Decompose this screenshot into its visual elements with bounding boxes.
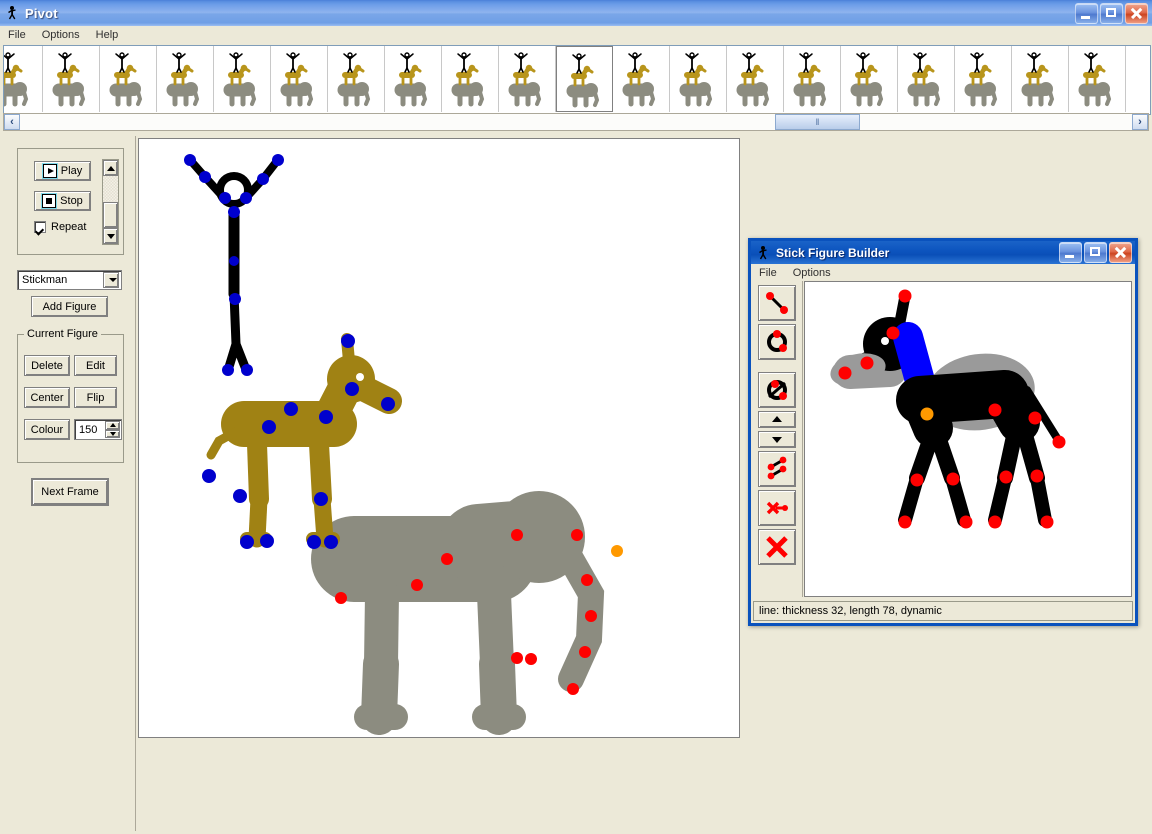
play-button[interactable]: Play: [34, 161, 91, 181]
stop-label: Stop: [60, 195, 83, 207]
builder-menu-bar: File Options: [751, 264, 1135, 281]
frame-thumbnail[interactable]: [499, 46, 556, 112]
frame-thumbnail[interactable]: [841, 46, 898, 112]
frame-thumbnail[interactable]: [727, 46, 784, 112]
animation-canvas[interactable]: [138, 138, 740, 738]
move-up-tool[interactable]: [757, 411, 796, 428]
draw-circle-tool[interactable]: [757, 324, 796, 360]
duplicate-segment-tool[interactable]: [757, 451, 796, 487]
builder-minimize-button[interactable]: [1059, 242, 1082, 263]
frame-strip[interactable]: [3, 45, 1151, 115]
current-figure-group: Current Figure Delete Edit Center Flip C…: [17, 328, 124, 463]
frame-thumbnail[interactable]: [955, 46, 1012, 112]
maximize-button[interactable]: [1100, 2, 1123, 24]
edit-button[interactable]: Edit: [74, 355, 117, 376]
move-down-tool[interactable]: [757, 431, 796, 448]
scrollbar-thumb[interactable]: ‖: [775, 114, 860, 130]
chevron-down-icon[interactable]: [103, 272, 119, 288]
draw-filled-circle-tool[interactable]: [757, 372, 796, 408]
stickman-icon: [756, 245, 772, 261]
flip-button[interactable]: Flip: [74, 387, 117, 408]
frame-thumbnail[interactable]: [784, 46, 841, 112]
center-button[interactable]: Center: [24, 387, 70, 408]
speed-thumb[interactable]: [103, 202, 118, 228]
frame-thumbnail[interactable]: [898, 46, 955, 112]
pivot-application-window: Pivot File Options Help ‹ ‖ › Play Stop …: [0, 0, 1152, 834]
playback-group: Play Stop Repeat: [17, 148, 124, 255]
left-control-panel: Play Stop Repeat Stickman Add Figure Cur…: [3, 136, 136, 831]
add-figure-button[interactable]: Add Figure: [31, 296, 108, 317]
stickman-icon: [5, 5, 21, 21]
speed-up-button[interactable]: [103, 160, 118, 176]
builder-body: [751, 281, 1135, 597]
builder-toolbar: [751, 281, 803, 597]
frame-thumbnail[interactable]: [43, 46, 100, 112]
speed-down-button[interactable]: [103, 228, 118, 244]
elephant-orange-joint: [611, 545, 623, 557]
menu-help[interactable]: Help: [88, 28, 127, 42]
frame-thumbnail[interactable]: [157, 46, 214, 112]
frame-thumbnail[interactable]: [4, 46, 43, 112]
elephant-figure: [311, 491, 692, 735]
figure-size-value: 150: [79, 423, 98, 436]
frame-thumbnail[interactable]: [328, 46, 385, 112]
builder-menu-file[interactable]: File: [751, 266, 785, 280]
clear-all-tool[interactable]: [757, 529, 796, 565]
current-figure-legend: Current Figure: [24, 328, 101, 340]
next-frame-button[interactable]: Next Frame: [31, 478, 109, 506]
builder-close-button[interactable]: [1109, 242, 1132, 263]
repeat-label: Repeat: [51, 221, 87, 233]
window-controls: [1075, 2, 1152, 24]
frame-thumbnail[interactable]: [670, 46, 727, 112]
minimize-button[interactable]: [1075, 2, 1098, 24]
colour-button[interactable]: Colour: [24, 419, 70, 440]
frame-thumbnail[interactable]: [100, 46, 157, 112]
builder-title: Stick Figure Builder: [776, 245, 890, 260]
close-button[interactable]: [1125, 2, 1148, 24]
menu-options[interactable]: Options: [34, 28, 88, 42]
size-increase-button[interactable]: [105, 421, 120, 430]
app-title: Pivot: [25, 5, 58, 21]
scroll-left-button[interactable]: ‹: [4, 114, 20, 130]
builder-horse-figure: [830, 289, 1066, 529]
checkbox-box[interactable]: [34, 221, 46, 233]
frame-thumbnail[interactable]: [385, 46, 442, 112]
figure-type-value: Stickman: [22, 274, 68, 286]
frame-thumbnail[interactable]: [442, 46, 499, 112]
scroll-right-button[interactable]: ›: [1132, 114, 1148, 130]
builder-canvas[interactable]: [804, 281, 1132, 597]
stick-figure-builder-window: Stick Figure Builder File Options line: …: [748, 238, 1138, 626]
builder-title-bar: Stick Figure Builder: [751, 241, 1135, 264]
frame-thumbnail[interactable]: [613, 46, 670, 112]
stop-icon: [42, 194, 57, 208]
frame-thumbnail[interactable]: [271, 46, 328, 112]
delete-button[interactable]: Delete: [24, 355, 70, 376]
frame-thumbnail[interactable]: [214, 46, 271, 112]
main-menu-bar: File Options Help: [0, 26, 1152, 44]
frame-thumbnail[interactable]: [1012, 46, 1069, 112]
frame-thumbnail[interactable]: [1069, 46, 1126, 112]
frame-strip-scrollbar[interactable]: ‹ ‖ ›: [3, 113, 1149, 131]
frame-thumbnail[interactable]: [556, 46, 613, 112]
play-label: Play: [60, 165, 83, 177]
main-title-bar: Pivot: [0, 0, 1152, 26]
builder-maximize-button[interactable]: [1084, 242, 1107, 263]
repeat-checkbox[interactable]: Repeat: [34, 221, 86, 233]
builder-menu-options[interactable]: Options: [785, 266, 839, 280]
menu-file[interactable]: File: [0, 28, 34, 42]
speed-scrollbar[interactable]: [102, 159, 119, 245]
figure-type-select[interactable]: Stickman: [17, 270, 122, 290]
builder-window-controls: [1059, 242, 1135, 263]
figure-size-stepper[interactable]: 150: [74, 419, 122, 440]
stop-button[interactable]: Stop: [34, 191, 91, 211]
elephant-eye: [680, 669, 692, 681]
canvas-figures: [184, 154, 692, 735]
play-icon: [42, 164, 57, 178]
size-decrease-button[interactable]: [105, 429, 120, 438]
scrollbar-track[interactable]: ‖: [20, 114, 1132, 130]
draw-line-tool[interactable]: [757, 285, 796, 321]
stickman-figure: [184, 154, 284, 376]
builder-status-bar: line: thickness 32, length 78, dynamic: [753, 601, 1133, 621]
delete-segment-tool[interactable]: [757, 490, 796, 526]
